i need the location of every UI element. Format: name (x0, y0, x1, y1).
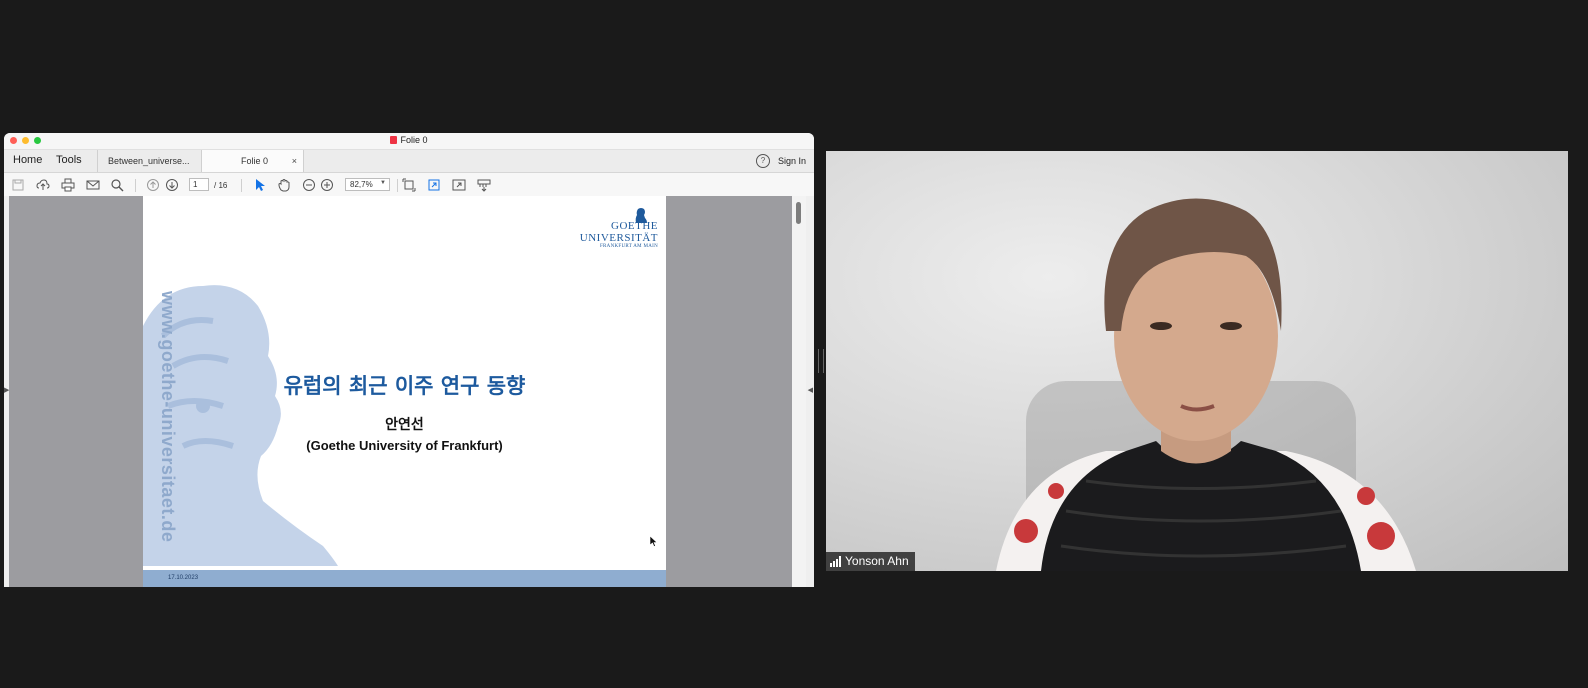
slide-affiliation: (Goethe University of Frankfurt) (306, 438, 503, 453)
right-panel-collapsed[interactable]: ◀ (806, 196, 814, 587)
window-titlebar[interactable]: Folie 0 (4, 133, 814, 150)
panel-splitter-handle[interactable] (818, 349, 824, 373)
mouse-cursor-icon (650, 536, 658, 547)
sign-in-link[interactable]: Sign In (778, 156, 806, 166)
vertical-scrollbar[interactable] (792, 196, 806, 587)
chevron-down-icon: ▼ (380, 180, 386, 186)
slide-date: 17.10.2023 (168, 575, 199, 581)
slide-title: 유럽의 최근 이주 연구 동향 (283, 374, 526, 398)
help-icon[interactable]: ? (756, 154, 770, 168)
page-total-label: / 16 (214, 181, 228, 190)
print-icon[interactable] (61, 178, 75, 192)
goethe-logo: GOETHE UNIVERSITÄT FRANKFURT AM MAIN (580, 208, 658, 249)
mail-icon[interactable] (86, 178, 100, 192)
goethe-head-icon (635, 208, 647, 223)
save-icon[interactable] (11, 178, 25, 192)
slide-author: 안연선 (385, 417, 424, 433)
slide-footer-bar: 17.10.2023 (143, 570, 666, 587)
tools-link[interactable]: Tools (56, 154, 82, 166)
window-title: Folie 0 (4, 135, 814, 145)
close-tab-icon[interactable]: × (292, 150, 297, 172)
toolbar-divider (397, 179, 398, 192)
toolbar-divider (135, 179, 136, 192)
university-url: www.goethe-universitaet.de (158, 291, 178, 543)
expand-left-icon[interactable]: ▶ (4, 386, 9, 394)
participant-name-tag: Yonson Ahn (826, 552, 915, 571)
page-down-icon[interactable] (165, 178, 179, 192)
search-icon[interactable] (110, 178, 124, 192)
slide-page: GOETHE UNIVERSITÄT FRANKFURT AM MAIN www… (143, 196, 666, 587)
zoom-level-dropdown[interactable]: 82,7% ▼ (345, 178, 390, 191)
rotate-icon[interactable] (427, 178, 441, 192)
tab-between-universe[interactable]: Between_universe... (97, 150, 201, 172)
zoom-out-icon[interactable] (302, 178, 316, 192)
tab-folie-0[interactable]: Folie 0 × (201, 150, 304, 172)
page-number-input[interactable] (189, 178, 209, 191)
participant-name: Yonson Ahn (845, 554, 909, 568)
tab-bar: Home Tools Between_universe... Folie 0 ×… (4, 150, 814, 173)
pdf-viewer-window: Folie 0 Home Tools Between_universe... F… (4, 133, 814, 587)
main-toolbar: / 16 82,7% ▼ (4, 173, 814, 198)
page-up-icon[interactable] (146, 178, 160, 192)
fit-page-icon[interactable] (402, 178, 416, 192)
zoom-in-icon[interactable] (320, 178, 334, 192)
document-workspace[interactable]: ▶ ◀ GOETHE UNIVERSITÄT FRANKFURT AM MAIN… (4, 196, 814, 587)
toolbar-divider (241, 179, 242, 192)
pdf-file-icon (390, 136, 398, 144)
scrollbar-thumb[interactable] (796, 202, 801, 224)
expand-right-icon[interactable]: ◀ (808, 386, 813, 394)
fullscreen-icon[interactable] (452, 178, 466, 192)
read-mode-icon[interactable] (477, 178, 491, 192)
left-panel-collapsed[interactable]: ▶ (4, 196, 9, 587)
upload-icon[interactable] (36, 178, 50, 192)
participant-video-feed (996, 198, 1416, 571)
signal-strength-icon (830, 556, 841, 567)
home-link[interactable]: Home (13, 154, 42, 166)
participant-video[interactable]: Yonson Ahn (826, 151, 1568, 571)
hand-icon[interactable] (277, 178, 291, 192)
select-cursor-icon[interactable] (253, 178, 267, 192)
